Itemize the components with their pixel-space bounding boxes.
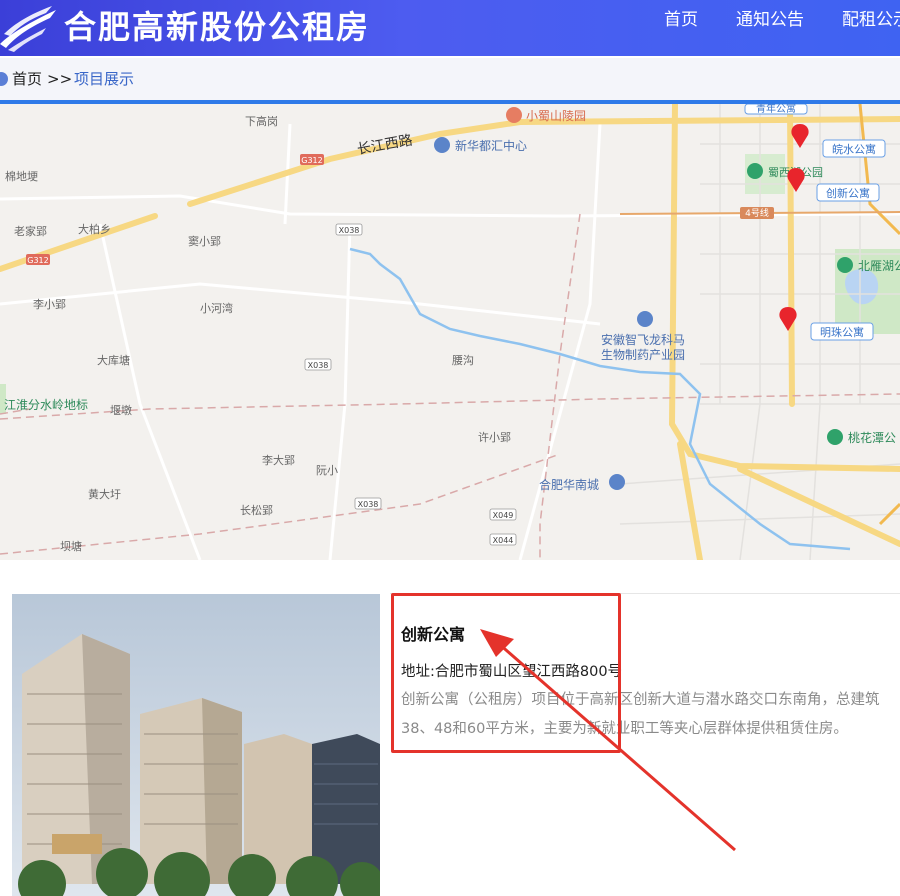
road-shield: X044 (489, 533, 517, 546)
svg-text:腰沟: 腰沟 (452, 354, 474, 367)
breadcrumb-home-link[interactable]: 首页 (12, 58, 42, 100)
svg-text:小河湾: 小河湾 (200, 301, 233, 315)
breadcrumb-current-link[interactable]: 项目展示 (74, 58, 134, 100)
main-nav: 首页 通知公告 配租公示 (664, 0, 900, 40)
poi-cemetery-icon: 小蜀山陵园 (506, 107, 586, 123)
svg-text:新华都汇中心: 新华都汇中心 (455, 138, 527, 153)
apartment-tag-mingzhu[interactable]: 明珠公寓 (810, 322, 874, 341)
svg-text:大库塘: 大库塘 (97, 353, 130, 367)
svg-text:安徽智飞龙科马: 安徽智飞龙科马 (601, 332, 685, 347)
svg-text:X049: X049 (493, 511, 514, 520)
svg-text:桃花潭公: 桃花潭公 (848, 430, 896, 445)
svg-text:生物制药产业园: 生物制药产业园 (601, 348, 685, 362)
nav-notices[interactable]: 通知公告 (736, 0, 804, 40)
svg-text:G312: G312 (301, 156, 322, 165)
poi-building-icon: 合肥华南城 (539, 474, 625, 492)
road-label-changjiang: 长江西路 (356, 132, 414, 157)
svg-text:4号线: 4号线 (745, 207, 769, 219)
svg-text:北雁湖公: 北雁湖公 (858, 258, 900, 273)
svg-text:X038: X038 (308, 361, 329, 370)
apartment-tag-wanshui[interactable]: 皖水公寓 (822, 139, 886, 158)
road-shield: X038 (304, 358, 332, 371)
svg-text:合肥华南城: 合肥华南城 (539, 477, 599, 492)
svg-text:下高岗: 下高岗 (245, 114, 278, 128)
svg-text:大柏乡: 大柏乡 (78, 222, 111, 236)
svg-text:皖水公寓: 皖水公寓 (832, 142, 876, 156)
nav-allocation-publicity[interactable]: 配租公示 (842, 0, 900, 40)
svg-text:阮小: 阮小 (316, 464, 338, 477)
svg-text:李大郢: 李大郢 (262, 453, 295, 467)
breadcrumb: 首页 >> 项目展示 (0, 58, 900, 100)
svg-text:X038: X038 (358, 500, 379, 509)
svg-text:G312: G312 (27, 256, 48, 265)
poi-building-icon: 新华都汇中心 (434, 137, 527, 153)
site-logo-icon[interactable] (0, 4, 58, 52)
apartment-tag-qingnian[interactable]: 青年公寓 (744, 104, 808, 115)
landmark-label: 江淮分水岭地标 (4, 398, 88, 412)
svg-text:黄大圩: 黄大圩 (88, 487, 121, 501)
annotation-arrow-icon (480, 629, 736, 852)
road-shield: X049 (489, 508, 517, 521)
svg-text:老家郢: 老家郢 (14, 224, 47, 238)
svg-text:X044: X044 (493, 536, 514, 545)
nav-home[interactable]: 首页 (664, 0, 698, 40)
road-shield: G312 (26, 254, 50, 265)
poi-park-icon: 蜀西湖公园 (747, 163, 823, 179)
breadcrumb-separator: >> (47, 70, 73, 88)
road-shield: G312 (300, 154, 324, 165)
svg-text:李小郢: 李小郢 (33, 297, 66, 311)
svg-text:窦小郢: 窦小郢 (188, 235, 221, 248)
svg-text:小蜀山陵园: 小蜀山陵园 (526, 109, 586, 123)
svg-text:创新公寓: 创新公寓 (826, 186, 870, 200)
apartment-tag-chuangxin[interactable]: 创新公寓 (816, 183, 880, 202)
svg-text:许小郢: 许小郢 (478, 431, 511, 444)
svg-text:坝塘: 坝塘 (60, 539, 82, 553)
project-map[interactable]: G312 G312 X038 X038 X038 X049 X044 4号线 小… (0, 104, 900, 560)
location-dot-icon (0, 72, 8, 86)
svg-text:长松郢: 长松郢 (240, 503, 273, 517)
poi-park-icon: 桃花潭公 (827, 429, 896, 445)
site-title: 合肥高新股份公租房 (64, 8, 371, 46)
svg-text:堰墩: 堰墩 (110, 403, 132, 417)
road-shield: X038 (354, 497, 382, 510)
svg-text:棉地埂: 棉地埂 (5, 169, 38, 183)
svg-text:青年公寓: 青年公寓 (756, 104, 796, 115)
site-header: 合肥高新股份公租房 首页 通知公告 配租公示 (0, 0, 900, 56)
svg-text:明珠公寓: 明珠公寓 (820, 325, 864, 339)
svg-text:X038: X038 (339, 226, 360, 235)
metro-line-badge: 4号线 (740, 207, 774, 219)
apartment-photo[interactable] (12, 594, 380, 896)
road-shield: X038 (335, 223, 363, 236)
poi-park-icon: 北雁湖公 (837, 257, 900, 273)
